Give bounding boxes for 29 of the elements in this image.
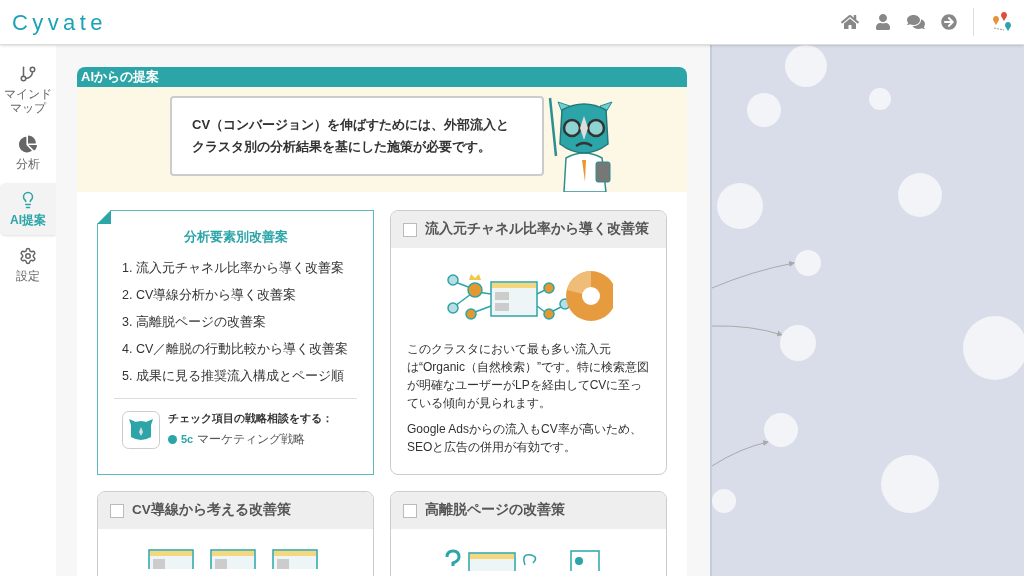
pie-chart-icon (19, 135, 37, 153)
consult-label: チェック項目の戦略相談をする： (168, 410, 333, 426)
summary-title: 分析要素別改善案 (182, 228, 289, 246)
summary-list-item: 4. CV／離脱の行動比較から導く改善案 (121, 340, 350, 358)
home-icon[interactable] (841, 13, 859, 31)
message-box: CV（コンバージョン）を伸ばすためには、外部流入とクラスタ別の分析結果を基にした施策が必要です。 (170, 96, 544, 176)
corner-fold-icon (97, 210, 111, 224)
user-icon[interactable] (875, 14, 891, 30)
sidebar-item[interactable]: 分析 (0, 127, 56, 179)
proposal-title: 流入元チャネル比率から導く改善策 (425, 220, 649, 239)
proposal-text: Google Adsからの流入もCV率が高いため、SEOと広告の併用が有効です。 (407, 421, 643, 456)
branch-icon (19, 65, 37, 83)
sidebar-item[interactable]: マインドマップ (0, 57, 56, 123)
consult-link[interactable]: マーケティング戦略 (197, 430, 306, 449)
settings-icon (19, 247, 37, 265)
panel-title: AIからの提案 (77, 67, 687, 87)
checkbox[interactable] (403, 503, 417, 518)
summary-list-item: 2. CV導線分析から導く改善案 (121, 286, 298, 304)
summary-list-item: 5. 成果に見る推奨流入構成とページ順 (121, 367, 345, 385)
sidebar-item[interactable]: 設定 (0, 239, 56, 291)
summary-list-item: 1. 流入元チャネル比率から導く改善案 (121, 259, 345, 277)
proposal-title: 高離脱ページの改善策 (425, 501, 565, 520)
proposal-text: このクラスタにおいて最も多い流入元は“Organic（自然検索）”です。特に検索意図が明確なユーザーがLPを経由してCVに至っている傾向が見られます。 (407, 341, 650, 412)
chat-icon[interactable] (907, 13, 925, 31)
checkbox[interactable] (403, 222, 417, 237)
map-pins-icon[interactable] (990, 11, 1012, 33)
proposal-title: CV導線から考える改善策 (132, 501, 291, 520)
summary-list-item: 3. 高離脱ページの改善案 (121, 313, 267, 331)
checkbox[interactable] (110, 503, 124, 518)
